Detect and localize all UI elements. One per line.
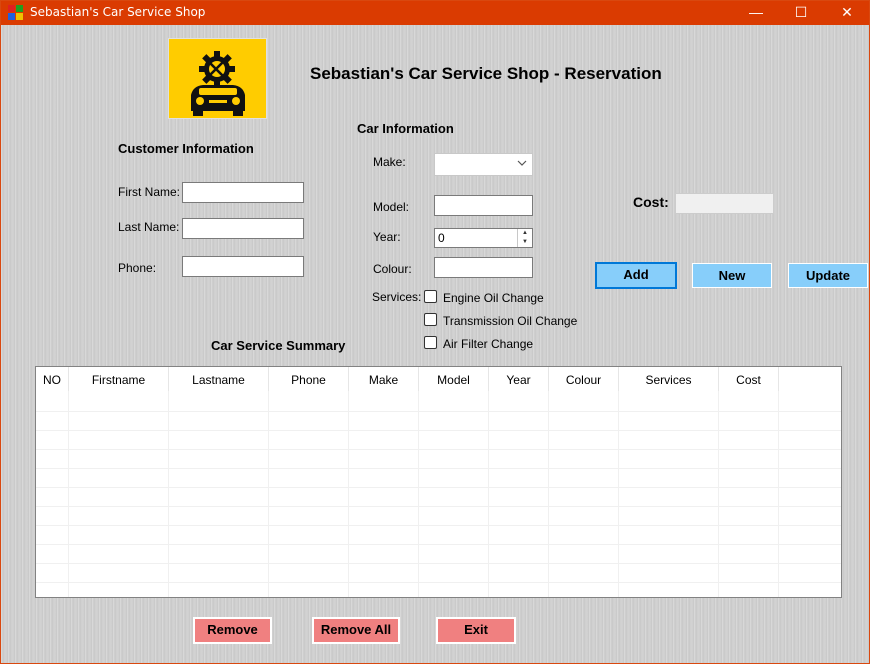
grid-line: [618, 391, 619, 597]
customer-section-title: Customer Information: [118, 141, 254, 156]
grid-line: [168, 391, 169, 597]
column-header-services[interactable]: Services: [619, 367, 719, 391]
model-input[interactable]: [434, 195, 533, 216]
grid-line: [36, 582, 841, 583]
phone-input[interactable]: [182, 256, 304, 277]
year-stepper[interactable]: 0 ▲ ▼: [434, 228, 533, 248]
minimize-button[interactable]: —: [733, 1, 779, 25]
maximize-button[interactable]: ☐: [778, 1, 824, 25]
add-button[interactable]: Add: [595, 262, 677, 289]
app-window: Sebastian's Car Service Shop — ☐ ✕ Sebas…: [0, 0, 870, 664]
close-button[interactable]: ✕: [824, 1, 870, 25]
colour-label: Colour:: [373, 262, 412, 276]
column-header-no[interactable]: NO: [36, 367, 69, 391]
grid-line: [488, 391, 489, 597]
transmission-oil-label: Transmission Oil Change: [443, 314, 578, 328]
column-header-cost[interactable]: Cost: [719, 367, 779, 391]
chevron-down-icon: [517, 160, 527, 166]
last-name-input[interactable]: [182, 218, 304, 239]
update-button[interactable]: Update: [788, 263, 868, 288]
grid-line: [778, 391, 779, 597]
increment-icon[interactable]: ▲: [518, 229, 532, 238]
grid-line: [36, 487, 841, 488]
grid-line: [418, 391, 419, 597]
title-bar: Sebastian's Car Service Shop — ☐ ✕: [1, 1, 869, 25]
grid-line: [36, 563, 841, 564]
grid-line: [36, 430, 841, 431]
grid-line: [36, 449, 841, 450]
phone-label: Phone:: [118, 261, 157, 275]
make-dropdown[interactable]: [434, 153, 533, 176]
summary-title: Car Service Summary: [211, 338, 346, 353]
grid-line: [68, 391, 69, 597]
car-service-gear-wrench-icon: [191, 51, 245, 116]
grid-line: [36, 544, 841, 545]
first-name-input[interactable]: [182, 182, 304, 203]
grid-line: [268, 391, 269, 597]
logo-image: [168, 38, 267, 119]
engine-oil-label: Engine Oil Change: [443, 291, 544, 305]
model-label: Model:: [373, 200, 410, 214]
column-header-year[interactable]: Year: [489, 367, 549, 391]
decrement-icon[interactable]: ▼: [518, 238, 532, 247]
year-stepper-arrows: ▲ ▼: [517, 229, 532, 247]
remove-all-button[interactable]: Remove All: [312, 617, 400, 644]
table-header: NO Firstname Lastname Phone Make Model Y…: [36, 367, 841, 391]
car-section-title: Car Information: [357, 121, 454, 136]
services-label: Services:: [372, 290, 422, 304]
column-header-colour[interactable]: Colour: [549, 367, 619, 391]
grid-line: [348, 391, 349, 597]
column-header-make[interactable]: Make: [349, 367, 419, 391]
cost-label: Cost:: [633, 194, 669, 210]
column-header-lastname[interactable]: Lastname: [169, 367, 269, 391]
grid-line: [36, 468, 841, 469]
air-filter-checkbox[interactable]: [424, 336, 437, 349]
cost-field: [675, 193, 774, 214]
last-name-label: Last Name:: [118, 220, 180, 234]
grid-line: [718, 391, 719, 597]
exit-button[interactable]: Exit: [436, 617, 516, 644]
grid-line: [36, 506, 841, 507]
grid-line: [548, 391, 549, 597]
engine-oil-checkbox[interactable]: [424, 290, 437, 303]
year-value: 0: [438, 231, 445, 245]
colour-input[interactable]: [434, 257, 533, 278]
page-title: Sebastian's Car Service Shop - Reservati…: [310, 64, 662, 83]
grid-line: [36, 525, 841, 526]
window-title: Sebastian's Car Service Shop: [30, 5, 206, 19]
summary-table[interactable]: NO Firstname Lastname Phone Make Model Y…: [35, 366, 842, 598]
column-header-model[interactable]: Model: [419, 367, 489, 391]
first-name-label: First Name:: [118, 185, 181, 199]
year-label: Year:: [373, 230, 401, 244]
transmission-oil-checkbox[interactable]: [424, 313, 437, 326]
column-header-firstname[interactable]: Firstname: [69, 367, 169, 391]
remove-button[interactable]: Remove: [193, 617, 272, 644]
app-icon: [8, 5, 23, 20]
grid-line: [36, 411, 841, 412]
air-filter-label: Air Filter Change: [443, 337, 534, 351]
column-header-phone[interactable]: Phone: [269, 367, 349, 391]
make-label: Make:: [373, 155, 406, 169]
new-button[interactable]: New: [692, 263, 772, 288]
